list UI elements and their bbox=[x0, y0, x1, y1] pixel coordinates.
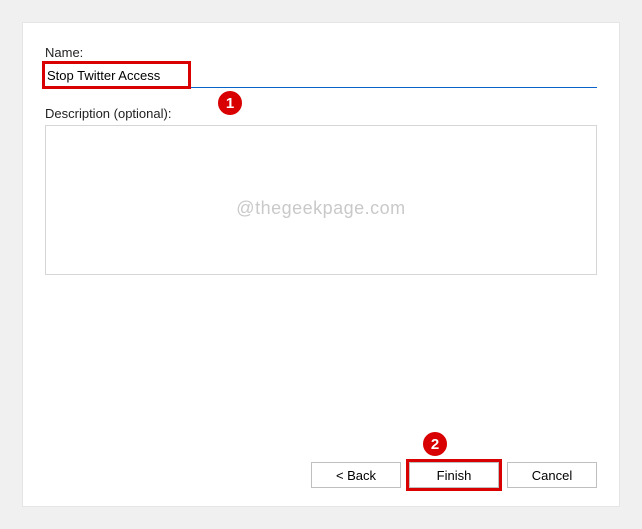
name-input-wrap bbox=[45, 64, 597, 88]
name-label: Name: bbox=[45, 45, 597, 60]
wizard-dialog: Name: Description (optional): < Back Fin… bbox=[22, 22, 620, 507]
button-row: < Back Finish Cancel bbox=[311, 462, 597, 488]
cancel-button[interactable]: Cancel bbox=[507, 462, 597, 488]
finish-wrap: Finish bbox=[409, 462, 499, 488]
name-input[interactable] bbox=[45, 64, 597, 88]
description-label: Description (optional): bbox=[45, 106, 597, 121]
form-area: Name: Description (optional): bbox=[23, 23, 619, 278]
description-input[interactable] bbox=[45, 125, 597, 275]
back-button[interactable]: < Back bbox=[311, 462, 401, 488]
finish-button[interactable]: Finish bbox=[409, 462, 499, 488]
annotation-badge-2: 2 bbox=[421, 430, 449, 458]
